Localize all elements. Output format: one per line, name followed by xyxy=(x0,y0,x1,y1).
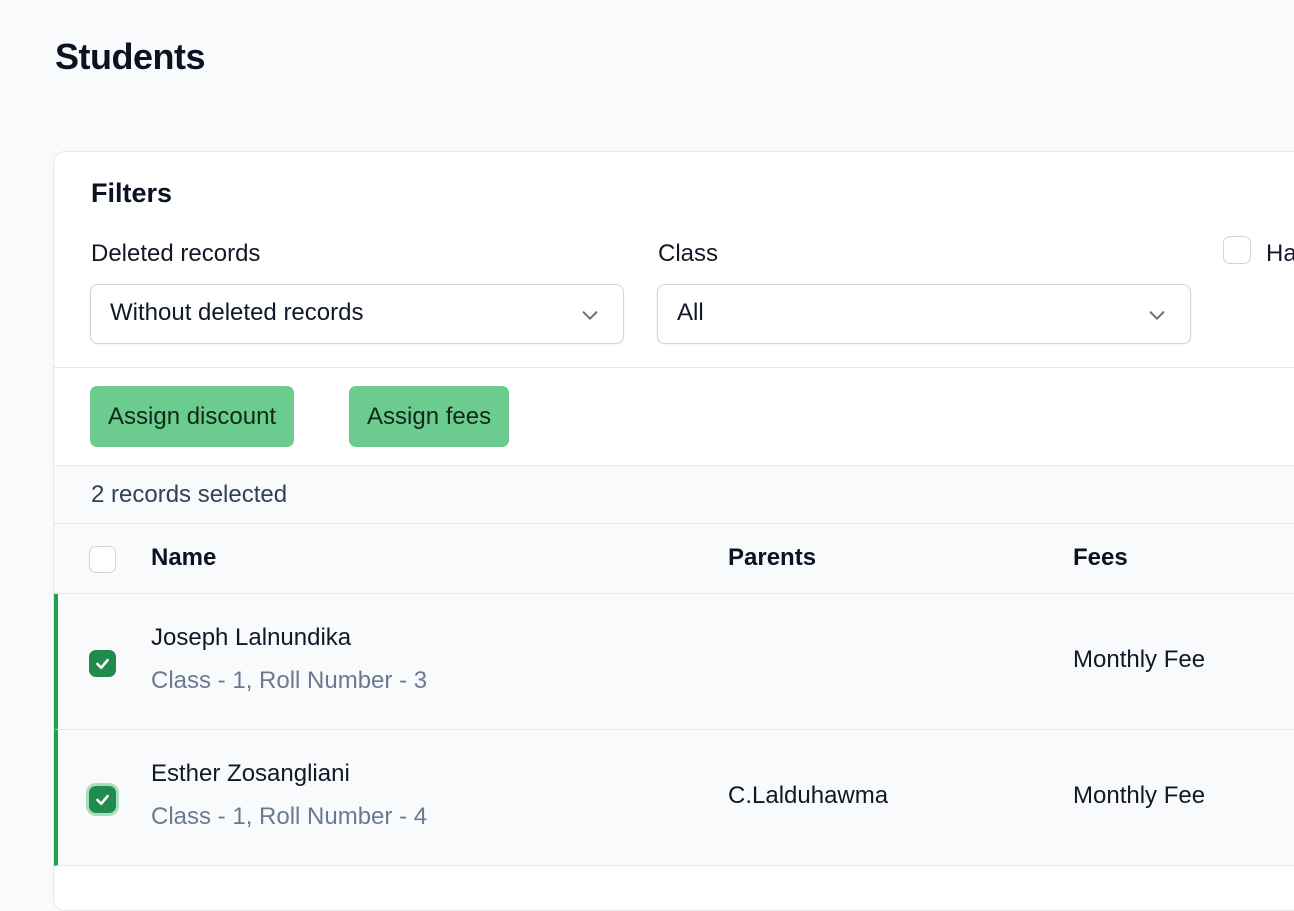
chevron-down-icon xyxy=(1149,311,1165,320)
class-label: Class xyxy=(658,240,719,267)
select-all-checkbox[interactable] xyxy=(89,546,116,573)
assign-fees-button[interactable]: Assign fees xyxy=(349,386,510,447)
page-title: Students xyxy=(55,36,206,77)
filters-title: Filters xyxy=(91,178,173,208)
check-icon xyxy=(96,658,109,670)
student-class-roll: Class - 1, Roll Number - 4 xyxy=(151,803,428,830)
selection-count-text: 2 records selected xyxy=(91,481,288,508)
student-fees: Monthly Fee xyxy=(1073,782,1206,809)
row-checkbox[interactable] xyxy=(89,650,116,677)
table-header: Name Parents Fees xyxy=(54,524,1294,594)
table-row[interactable]: Joseph Lalnundika Class - 1, Roll Number… xyxy=(54,594,1294,730)
student-fees: Monthly Fee xyxy=(1073,646,1206,673)
assign-discount-button[interactable]: Assign discount xyxy=(90,386,295,447)
filter-checkbox[interactable] xyxy=(1223,236,1251,264)
student-name[interactable]: Esther Zosangliani xyxy=(151,760,350,788)
student-parents: C.Lalduhawma xyxy=(728,782,889,809)
filter-checkbox-label: Ha xyxy=(1266,240,1294,267)
bulk-actions-bar: Assign discount Assign fees xyxy=(54,368,1294,466)
chevron-down-icon xyxy=(582,311,598,320)
deleted-records-select[interactable]: Without deleted records xyxy=(90,284,624,344)
filters-panel: Filters Deleted records Without deleted … xyxy=(54,152,1294,368)
column-header-parents[interactable]: Parents xyxy=(728,544,816,572)
students-table-card: Filters Deleted records Without deleted … xyxy=(53,151,1294,911)
student-class-roll: Class - 1, Roll Number - 3 xyxy=(151,667,428,694)
deleted-records-label: Deleted records xyxy=(91,240,261,267)
row-checkbox[interactable] xyxy=(89,786,116,813)
student-name[interactable]: Joseph Lalnundika xyxy=(151,624,351,652)
check-icon xyxy=(96,794,109,806)
table-row[interactable]: Esther Zosangliani Class - 1, Roll Numbe… xyxy=(54,730,1294,866)
column-header-fees[interactable]: Fees xyxy=(1073,544,1128,572)
class-select[interactable]: All xyxy=(657,284,1191,344)
selection-status-bar: 2 records selected xyxy=(54,466,1294,524)
deleted-records-value: Without deleted records xyxy=(110,299,364,326)
class-value: All xyxy=(677,299,704,326)
column-header-name[interactable]: Name xyxy=(151,544,216,572)
